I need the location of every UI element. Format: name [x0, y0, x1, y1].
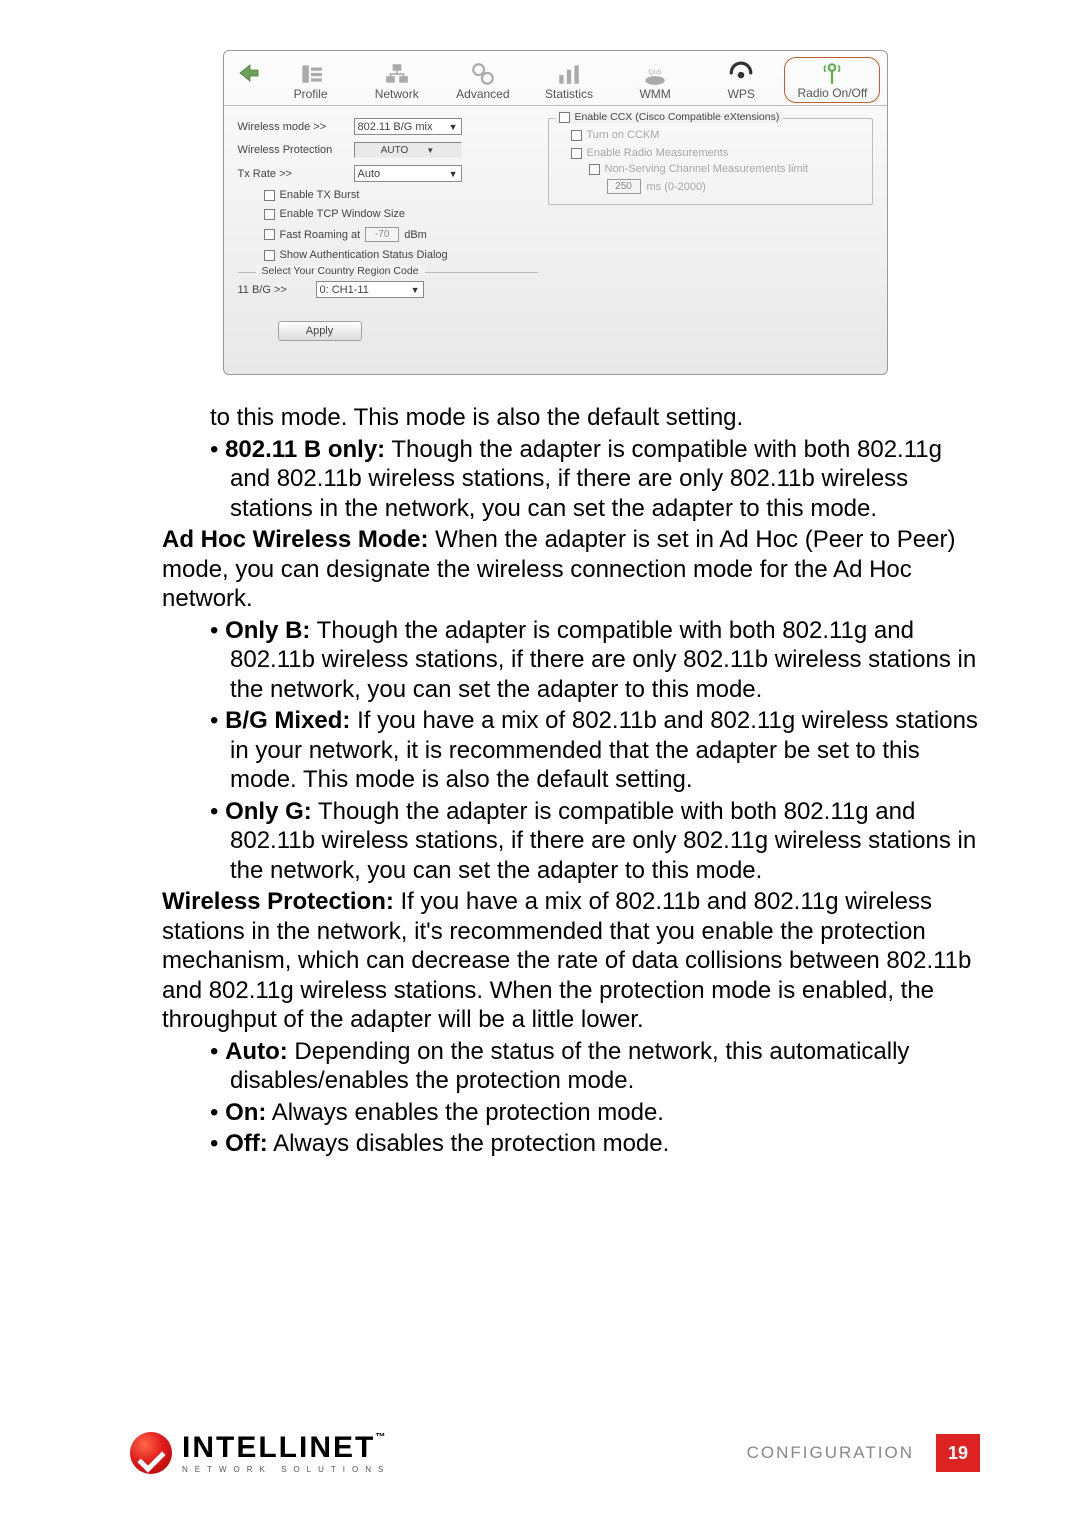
- document-text: to this mode. This mode is also the defa…: [162, 403, 980, 1159]
- checkbox-icon: [264, 250, 275, 261]
- tab-bar: Profile Network Advanced Statistics QoS …: [224, 51, 887, 106]
- apply-button[interactable]: Apply: [278, 321, 362, 341]
- checkbox-label: Turn on CCKM: [587, 129, 660, 141]
- enable-tx-burst-checkbox[interactable]: Enable TX Burst: [264, 189, 538, 201]
- non-serving-channel-checkbox: Non-Serving Channel Measurements limit: [589, 163, 862, 175]
- tx-rate-select[interactable]: Auto ▼: [354, 165, 462, 182]
- right-column: Enable CCX (Cisco Compatible eXtensions)…: [548, 118, 873, 341]
- checkbox-label: Enable TX Burst: [280, 189, 360, 201]
- ccx-group: Enable CCX (Cisco Compatible eXtensions)…: [548, 118, 873, 205]
- brand-logo: INTELLINET™ NETWORK SOLUTIONS: [130, 1432, 390, 1474]
- show-auth-dialog-checkbox[interactable]: Show Authentication Status Dialog: [264, 249, 538, 261]
- checkbox-icon: [264, 190, 275, 201]
- bg-channel-label: 11 B/G >>: [238, 284, 310, 296]
- region-code-legend: Select Your Country Region Code: [256, 265, 425, 277]
- svg-text:QoS: QoS: [649, 69, 663, 76]
- tab-network[interactable]: Network: [354, 61, 440, 105]
- page-footer: INTELLINET™ NETWORK SOLUTIONS CONFIGURAT…: [0, 1432, 1080, 1474]
- tab-wps[interactable]: WPS: [698, 61, 784, 105]
- tab-label: Network: [354, 87, 440, 101]
- checkbox-label: Show Authentication Status Dialog: [280, 249, 448, 261]
- paragraph-heading: Wireless Protection: If you have a mix o…: [162, 887, 980, 1035]
- brand-name: INTELLINET™: [182, 1433, 390, 1463]
- checkbox-label: Enable CCX (Cisco Compatible eXtensions): [575, 111, 780, 123]
- fast-roaming-value[interactable]: -70: [365, 227, 399, 242]
- select-value: AUTO: [381, 145, 409, 156]
- select-value: 0: CH1-11: [320, 284, 369, 296]
- tab-radio-onoff[interactable]: Radio On/Off: [784, 57, 880, 103]
- bullet-item: Only G: Though the adapter is compatible…: [162, 797, 980, 886]
- enable-tcp-window-checkbox[interactable]: Enable TCP Window Size: [264, 208, 538, 220]
- paragraph: to this mode. This mode is also the defa…: [162, 403, 980, 433]
- gear-icon: [440, 61, 526, 87]
- checkbox-icon: [589, 164, 600, 175]
- wireless-protection-label: Wireless Protection: [238, 144, 348, 156]
- checkbox-icon: [571, 130, 582, 141]
- enable-ccx-checkbox[interactable]: Enable CCX (Cisco Compatible eXtensions): [555, 111, 784, 123]
- profile-icon: [268, 61, 354, 87]
- brand-subtitle: NETWORK SOLUTIONS: [182, 1466, 390, 1474]
- antenna-icon: [789, 60, 875, 86]
- checkbox-icon: [264, 209, 275, 220]
- tx-rate-label: Tx Rate >>: [238, 168, 348, 180]
- tab-label: Statistics: [526, 87, 612, 101]
- tab-label: WMM: [612, 87, 698, 101]
- page-number-badge: 19: [936, 1434, 980, 1472]
- paragraph-heading: Ad Hoc Wireless Mode: When the adapter i…: [162, 525, 980, 614]
- chevron-down-icon: ▼: [449, 169, 458, 179]
- wireless-mode-select[interactable]: 802.11 B/G mix ▼: [354, 118, 462, 135]
- button-label: Apply: [306, 325, 334, 337]
- chevron-down-icon: ▼: [411, 285, 420, 295]
- wmm-icon: QoS: [612, 61, 698, 87]
- panel-body: Wireless mode >> 802.11 B/G mix ▼ Wirele…: [224, 106, 887, 349]
- section-name: CONFIGURATION: [747, 1443, 914, 1463]
- checkbox-label: Enable Radio Measurements: [587, 147, 729, 159]
- select-value: Auto: [358, 168, 381, 180]
- statistics-icon: [526, 61, 612, 87]
- fast-roaming-label: Fast Roaming at: [280, 229, 361, 241]
- tab-label: Advanced: [440, 87, 526, 101]
- tab-label: Radio On/Off: [789, 86, 875, 100]
- tab-advanced[interactable]: Advanced: [440, 61, 526, 105]
- checkbox-label: Non-Serving Channel Measurements limit: [605, 163, 809, 175]
- fast-roaming-unit: dBm: [404, 229, 427, 241]
- bullet-item: Only B: Though the adapter is compatible…: [162, 616, 980, 705]
- tab-wmm[interactable]: QoS WMM: [612, 61, 698, 105]
- chevron-down-icon: ▼: [426, 146, 434, 155]
- region-code-group: Select Your Country Region Code 11 B/G >…: [238, 272, 538, 298]
- bullet-item: B/G Mixed: If you have a mix of 802.11b …: [162, 706, 980, 795]
- wireless-protection-select[interactable]: AUTO ▼: [354, 142, 462, 158]
- back-icon[interactable]: [236, 61, 260, 85]
- ms-limit-hint: ms (0-2000): [647, 181, 706, 193]
- wps-icon: [698, 61, 784, 87]
- tab-statistics[interactable]: Statistics: [526, 61, 612, 105]
- checkbox-icon: [571, 148, 582, 159]
- select-value: 802.11 B/G mix: [358, 121, 433, 133]
- fast-roaming-checkbox[interactable]: [264, 229, 275, 240]
- checkbox-label: Enable TCP Window Size: [280, 208, 406, 220]
- bullet-item: Auto: Depending on the status of the net…: [162, 1037, 980, 1096]
- bullet-item: Off: Always disables the protection mode…: [162, 1129, 980, 1159]
- bg-channel-select[interactable]: 0: CH1-11 ▼: [316, 281, 424, 298]
- tab-label: WPS: [698, 87, 784, 101]
- checkbox-icon: [559, 112, 570, 123]
- checkmark-logo-icon: [130, 1432, 172, 1474]
- turn-on-cckm-checkbox: Turn on CCKM: [571, 129, 862, 141]
- bullet-item: 802.11 B only: Though the adapter is com…: [162, 435, 980, 524]
- tab-label: Profile: [268, 87, 354, 101]
- chevron-down-icon: ▼: [449, 122, 458, 132]
- network-icon: [354, 61, 440, 87]
- enable-radio-measurements-checkbox: Enable Radio Measurements: [571, 147, 862, 159]
- left-column: Wireless mode >> 802.11 B/G mix ▼ Wirele…: [238, 118, 538, 341]
- wireless-mode-label: Wireless mode >>: [238, 121, 348, 133]
- tab-profile[interactable]: Profile: [268, 61, 354, 105]
- app-panel: Profile Network Advanced Statistics QoS …: [223, 50, 888, 375]
- bullet-item: On: Always enables the protection mode.: [162, 1098, 980, 1128]
- ms-limit-value: 250: [607, 179, 641, 194]
